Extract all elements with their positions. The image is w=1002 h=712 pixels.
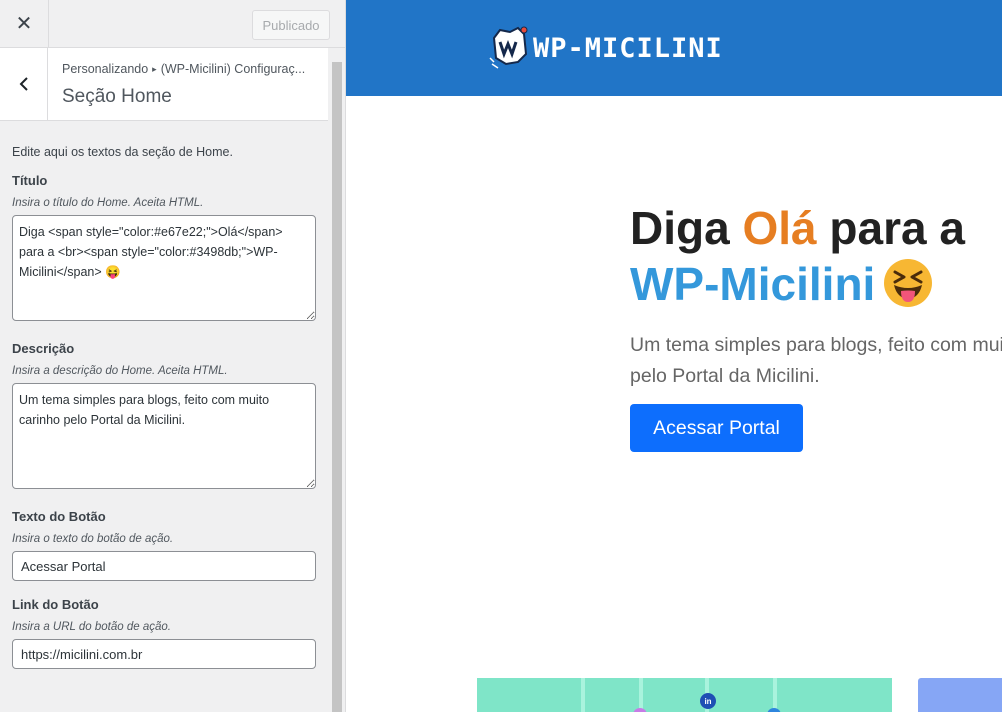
section-intro: Edite aqui os textos da seção de Home. [12,145,233,159]
hero-illustration: in [477,678,892,712]
back-button[interactable] [0,48,48,120]
breadcrumb-root: Personalizando [62,62,149,76]
hero-cta-button[interactable]: Acessar Portal [630,404,803,452]
secondary-illustration [918,678,1002,712]
squinting-tongue-emoji-icon [884,259,933,307]
illustration-dot [767,708,781,712]
hero-title-part2: para a [816,202,965,254]
title-textarea[interactable]: Diga <span style="color:#e67e22;">Olá</s… [12,215,316,321]
button-text-field-description: Insira o texto do botão de ação. [12,533,174,545]
section-header: Personalizando ▸ (WP-Micilini) Configuraç.… [0,48,328,121]
illustration-dot [633,708,647,712]
linkedin-icon: in [700,693,716,709]
hero-title-part1: Diga [630,202,743,254]
hero-title: Diga Olá para a WP-Micilini [630,200,965,312]
close-button[interactable]: ✕ [0,0,49,47]
illustration-stripe [581,678,585,712]
site-header: WP-MICILINI [346,0,1002,96]
hero-description: Um tema simples para blogs, feito com mu… [630,330,1002,392]
close-icon: ✕ [15,13,33,35]
breadcrumb: Personalizando ▸ (WP-Micilini) Configuraç.… [62,62,322,76]
customizer-topbar: ✕ Publicado [0,0,345,48]
illustration-stripe [773,678,777,712]
publish-button[interactable]: Publicado [252,10,330,40]
customizer-sidebar: ✕ Publicado Personalizando ▸ (WP-Micilini)… [0,0,346,712]
illustration-stripe [639,678,643,712]
micilini-logo-icon [489,26,528,69]
description-textarea[interactable]: Um tema simples para blogs, feito com mu… [12,383,316,489]
scrollbar-thumb[interactable] [332,62,342,712]
section-title: Seção Home [62,86,172,107]
hero-description-line2: pelo Portal da Micilini. [630,365,820,387]
breadcrumb-parent: (WP-Micilini) Configuraç... [160,62,306,76]
button-text-field-label: Texto do Botão [12,509,106,524]
button-link-field-label: Link do Botão [12,597,99,612]
sidebar-scrollbar[interactable] [329,48,345,712]
site-preview: WP-MICILINI Diga Olá para a WP-Micilini … [346,0,1002,712]
breadcrumb-separator-icon: ▸ [152,64,157,74]
controls-panel: Edite aqui os textos da seção de Home. T… [0,121,328,669]
hero-title-highlight: Olá [742,202,817,254]
chevron-left-icon [19,77,28,91]
hero-title-brand: WP-Micilini [630,258,876,310]
button-link-field-description: Insira a URL do botão de ação. [12,621,171,633]
hero-description-line1: Um tema simples para blogs, feito com mu… [630,334,1002,356]
button-link-input[interactable] [12,639,316,669]
site-name[interactable]: WP-MICILINI [533,33,723,64]
title-field-label: Título [12,173,48,188]
title-field-description: Insira o título do Home. Aceita HTML. [12,197,204,209]
description-field-label: Descrição [12,341,75,356]
description-field-description: Insira a descrição do Home. Aceita HTML. [12,365,228,377]
button-text-input[interactable] [12,551,316,581]
